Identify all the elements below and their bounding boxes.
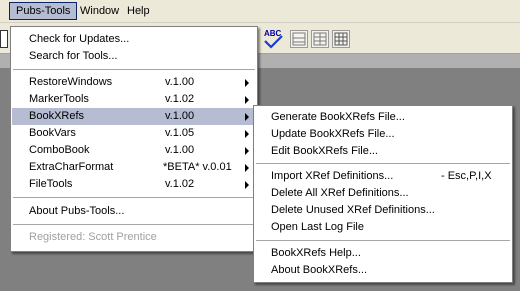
menu-item-markertools[interactable]: MarkerTools v.1.02 [12, 91, 256, 108]
submenu-arrow-icon [245, 181, 249, 189]
menu-item-check-updates[interactable]: Check for Updates... [12, 31, 256, 48]
menu-item-label: BookVars [29, 127, 76, 139]
menu-item-label: RestoreWindows [29, 76, 113, 88]
menu-item-version: v.1.02 [165, 93, 195, 105]
submenu-arrow-icon [245, 130, 249, 138]
menu-item-label: ExtraCharFormat [29, 161, 114, 173]
menu-separator [13, 224, 255, 225]
submenu-item-about[interactable]: About BookXRefs... [255, 262, 511, 279]
menu-item-label: Delete All XRef Definitions... [271, 187, 409, 199]
table-format-icon[interactable] [290, 30, 308, 48]
menu-item-label: ComboBook [29, 144, 90, 156]
submenu-arrow-icon [245, 147, 249, 155]
menu-separator [13, 197, 255, 198]
menu-item-label: Generate BookXRefs File... [271, 111, 405, 123]
menu-item-label: Search for Tools... [29, 50, 118, 62]
menu-item-version: v.1.00 [165, 110, 195, 122]
menu-item-label: Update BookXRefs File... [271, 128, 395, 140]
menu-item-search-tools[interactable]: Search for Tools... [12, 48, 256, 65]
submenu-item-delete-unused[interactable]: Delete Unused XRef Definitions... [255, 202, 511, 219]
menu-item-label: About Pubs-Tools... [29, 205, 125, 217]
checkmark-icon [264, 35, 283, 49]
menu-item-version: v.1.02 [165, 178, 195, 190]
registered-text: Registered: Scott Prentice [29, 231, 157, 243]
menu-item-label: Edit BookXRefs File... [271, 145, 378, 157]
menu-item-label: Delete Unused XRef Definitions... [271, 204, 435, 216]
menu-item-label: FileTools [29, 178, 73, 190]
submenu-item-open-log[interactable]: Open Last Log File [255, 219, 511, 236]
menu-item-filetools[interactable]: FileTools v.1.02 [12, 176, 256, 193]
menu-item-bookvars[interactable]: BookVars v.1.05 [12, 125, 256, 142]
menu-item-restorewindows[interactable]: RestoreWindows v.1.00 [12, 74, 256, 91]
menu-item-version: v.1.05 [165, 127, 195, 139]
menu-item-version: v.1.00 [165, 144, 195, 156]
grid-glyph-icon [334, 32, 348, 46]
submenu-item-generate[interactable]: Generate BookXRefs File... [255, 109, 511, 126]
table-lines-icon [292, 32, 306, 46]
menu-item-extracharformat[interactable]: ExtraCharFormat *BETA* v.0.01 [12, 159, 256, 176]
menu-item-registered: Registered: Scott Prentice [12, 229, 256, 246]
toolbar-edge-button[interactable] [0, 30, 8, 48]
shortcut-text: - Esc,P,I,X [441, 170, 492, 182]
pubs-tools-menu: Check for Updates... Search for Tools...… [10, 26, 258, 252]
submenu-arrow-icon [245, 79, 249, 87]
menu-window[interactable]: Window [74, 3, 125, 19]
menu-item-label: Open Last Log File [271, 221, 364, 233]
menu-item-label: Import XRef Definitions... [271, 170, 394, 182]
menu-help[interactable]: Help [121, 3, 156, 19]
menu-item-label: BookXRefs Help... [271, 247, 361, 259]
submenu-item-help[interactable]: BookXRefs Help... [255, 245, 511, 262]
menu-item-version: *BETA* v.0.01 [163, 161, 232, 173]
submenu-arrow-icon [245, 164, 249, 172]
submenu-item-edit[interactable]: Edit BookXRefs File... [255, 143, 511, 160]
submenu-item-delete-all[interactable]: Delete All XRef Definitions... [255, 185, 511, 202]
bookxrefs-submenu: Generate BookXRefs File... Update BookXR… [253, 105, 513, 283]
spellcheck-icon[interactable]: ABC [262, 28, 284, 50]
menu-item-label: Check for Updates... [29, 33, 130, 45]
menu-separator [13, 69, 255, 70]
menu-pubs-tools[interactable]: Pubs-Tools [9, 2, 78, 20]
menu-separator [256, 163, 510, 164]
menu-item-version: v.1.00 [165, 76, 195, 88]
submenu-item-import-xref[interactable]: Import XRef Definitions... - Esc,P,I,X [255, 168, 511, 185]
menu-item-about-pubs-tools[interactable]: About Pubs-Tools... [12, 203, 256, 220]
menu-separator [256, 240, 510, 241]
table-grid-icon[interactable] [332, 30, 350, 48]
submenu-item-update[interactable]: Update BookXRefs File... [255, 126, 511, 143]
menu-item-combobook[interactable]: ComboBook v.1.00 [12, 142, 256, 159]
menu-item-label: About BookXRefs... [271, 264, 367, 276]
menu-item-bookxrefs[interactable]: BookXRefs v.1.00 [12, 108, 256, 125]
menu-bar: Pubs-Tools Window Help [0, 0, 520, 23]
menu-item-label: MarkerTools [29, 93, 89, 105]
submenu-arrow-icon [245, 96, 249, 104]
table-rows-glyph-icon [313, 32, 327, 46]
menu-bar-overflow [0, 3, 9, 19]
submenu-arrow-icon [245, 113, 249, 121]
table-rows-icon[interactable] [311, 30, 329, 48]
menu-item-label: BookXRefs [29, 110, 85, 122]
